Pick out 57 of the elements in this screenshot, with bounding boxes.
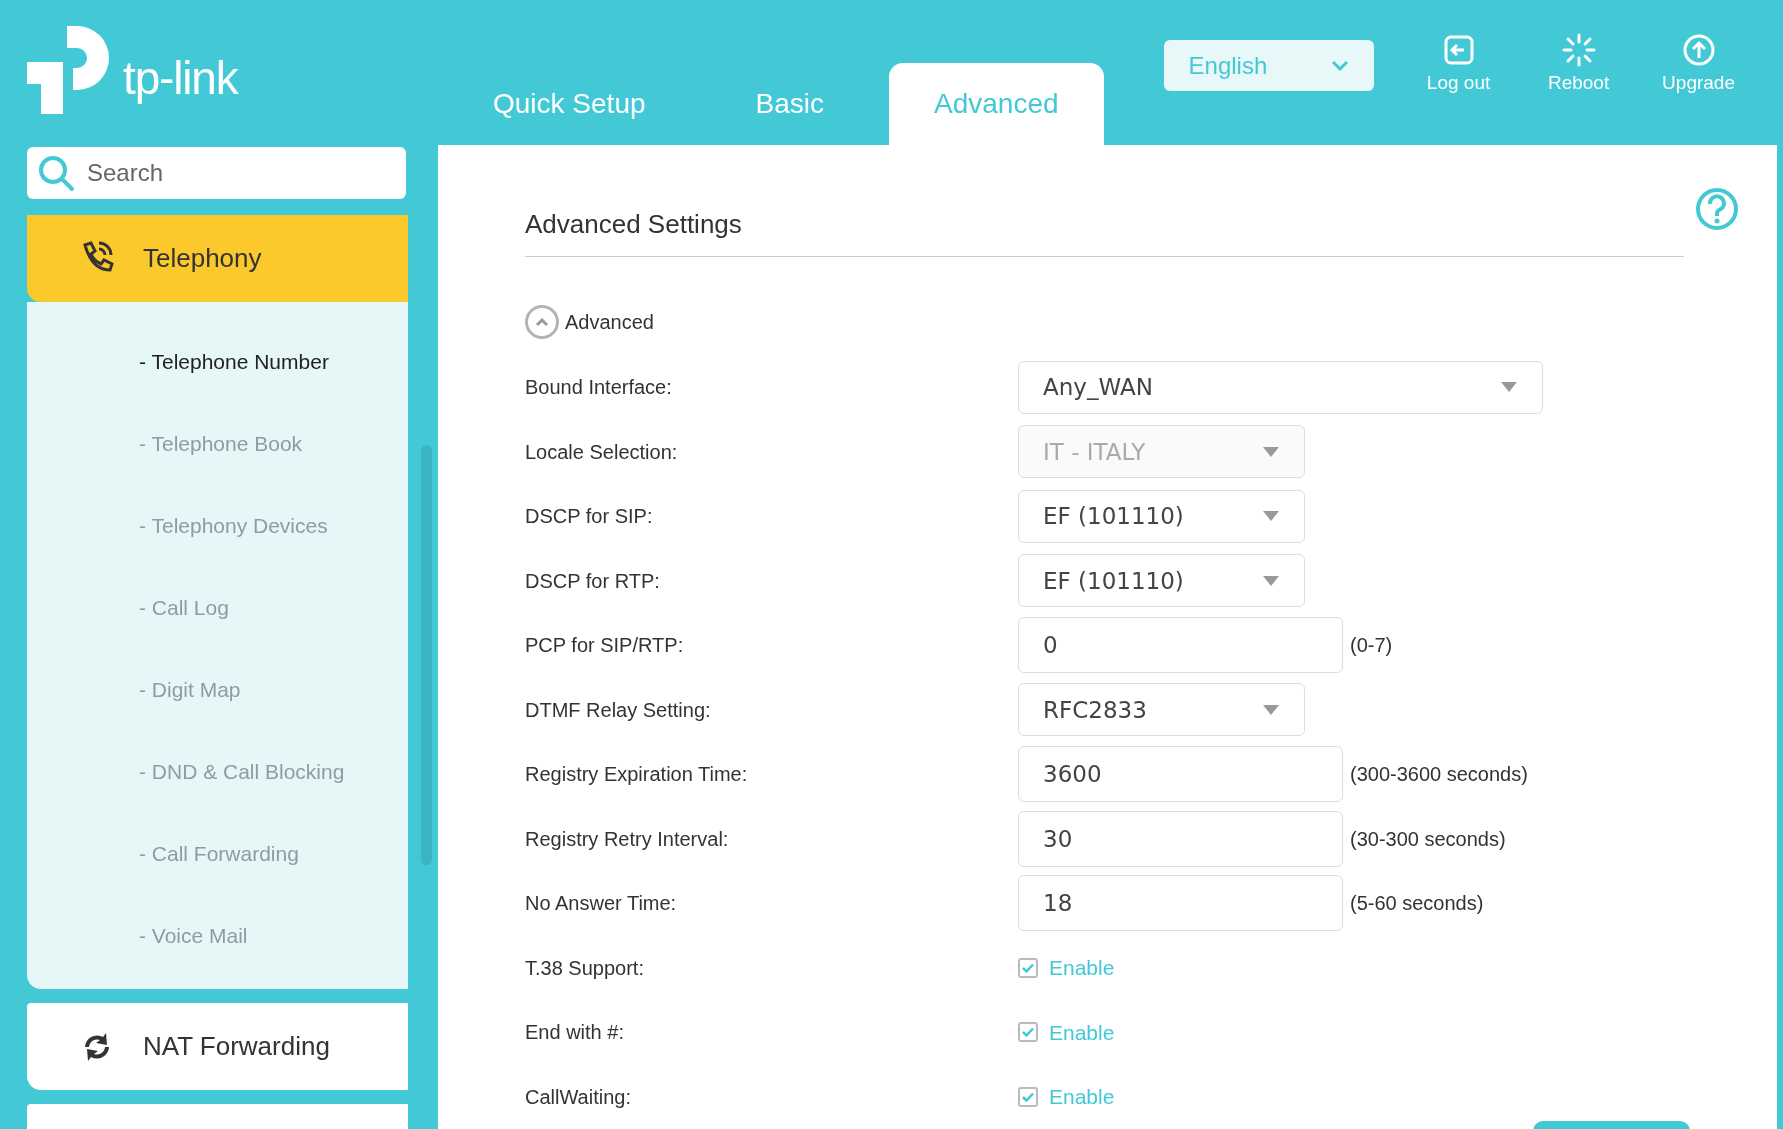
- caret-down-icon: [1500, 381, 1518, 394]
- enable-checkbox[interactable]: Enable: [1018, 1016, 1115, 1048]
- field-label: Registry Expiration Time:: [525, 762, 749, 788]
- field-label: DTMF Relay Setting:: [525, 697, 712, 723]
- submenu-item[interactable]: - Digit Map: [27, 649, 408, 731]
- submenu-item[interactable]: - Telephone Book: [27, 403, 408, 485]
- field-label: PCP for SIP/RTP:: [525, 633, 685, 659]
- submenu-item[interactable]: - Voice Mail: [27, 895, 408, 977]
- submenu-item[interactable]: - Call Log: [27, 567, 408, 649]
- language-dropdown[interactable]: English: [1163, 40, 1374, 91]
- field-label: No Answer Time:: [525, 891, 678, 917]
- field-label: Bound Interface:: [525, 375, 673, 401]
- submenu-item[interactable]: - Call Forwarding: [27, 813, 408, 895]
- search-field[interactable]: Search: [27, 147, 406, 199]
- submenu-item[interactable]: - Telephony Devices: [27, 485, 408, 567]
- field-label: End with #:: [525, 1020, 625, 1046]
- submenu-item[interactable]: - DND & Call Blocking: [27, 731, 408, 813]
- help-icon[interactable]: [1695, 187, 1739, 231]
- menu-section[interactable]: NAT Forwarding: [27, 1003, 408, 1090]
- section-toggle[interactable]: Advanced: [525, 305, 654, 339]
- upgrade-button[interactable]: Upgrade: [1643, 33, 1754, 98]
- page-title: Advanced Settings: [525, 209, 742, 239]
- dropdown[interactable]: EF (101110): [1018, 489, 1305, 543]
- nav-tab[interactable]: Advanced: [889, 63, 1104, 145]
- field-label: Locale Selection:: [525, 439, 679, 465]
- field-label: Registry Retry Interval:: [525, 826, 730, 852]
- submenu-item[interactable]: - Telephone Number: [27, 321, 408, 403]
- input-field[interactable]: 18: [1018, 875, 1343, 932]
- nav-tab[interactable]: Quick Setup: [448, 63, 691, 145]
- caret-down-icon: [1262, 574, 1280, 587]
- field-label: DSCP for SIP:: [525, 504, 654, 530]
- search-icon: [37, 154, 75, 192]
- spinner-icon: [1561, 33, 1596, 68]
- reboot-button[interactable]: Reboot: [1523, 33, 1634, 98]
- field-label: T.38 Support:: [525, 955, 645, 981]
- menu-section[interactable]: Telephony: [27, 215, 408, 302]
- enable-checkbox[interactable]: Enable: [1018, 1081, 1115, 1113]
- chevron-down-icon: [1330, 59, 1349, 72]
- caret-down-icon: [1262, 703, 1280, 716]
- enable-checkbox[interactable]: Enable: [1018, 952, 1115, 984]
- input-field[interactable]: 30: [1018, 810, 1343, 867]
- range-hint: (30-300 seconds): [1350, 826, 1506, 852]
- range-hint: (0-7): [1350, 633, 1393, 659]
- logout-button[interactable]: Log out: [1403, 33, 1514, 98]
- dropdown[interactable]: Any_WAN: [1018, 360, 1543, 414]
- nav-tab[interactable]: Basic: [710, 63, 869, 145]
- caret-down-icon: [1262, 510, 1280, 523]
- range-hint: (5-60 seconds): [1350, 891, 1484, 917]
- input-field[interactable]: 0: [1018, 617, 1343, 674]
- range-hint: (300-3600 seconds): [1350, 762, 1528, 788]
- logo-text: tp-link: [123, 51, 238, 106]
- field-label: CallWaiting:: [525, 1084, 632, 1110]
- dropdown[interactable]: EF (101110): [1018, 554, 1305, 608]
- field-label: DSCP for RTP:: [525, 568, 661, 594]
- caret-down-icon: [1262, 445, 1280, 458]
- input-field[interactable]: 3600: [1018, 746, 1343, 803]
- dropdown[interactable]: RFC2833: [1018, 683, 1305, 737]
